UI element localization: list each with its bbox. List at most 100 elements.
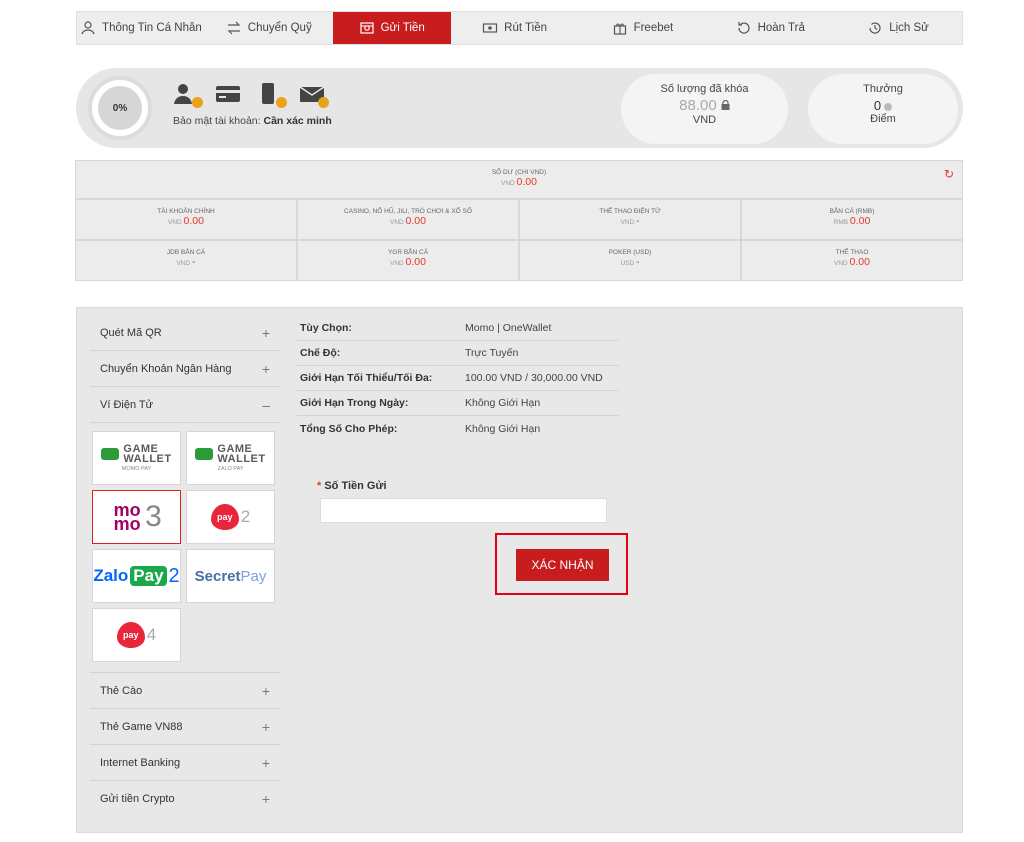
history-icon [869, 22, 881, 34]
balance-cell: TÀI KHOẢN CHÍNH VND 0.00 [75, 199, 297, 240]
payment-method-sidebar: Quét Mã QR + Chuyển Khoản Ngân Hàng + Ví Đ… [90, 315, 280, 817]
tab-label: Rút Tiền [504, 22, 547, 34]
detail-value: Không Giới Hạn [465, 422, 541, 435]
sidebar-item-scratch-card[interactable]: Thẻ Cào + [90, 673, 280, 709]
balance-cell-label: JDB BẮN CÁ [166, 249, 206, 256]
sidebar-item-qr[interactable]: Quét Mã QR + [90, 315, 280, 351]
transfer-icon [227, 21, 241, 35]
detail-value: Momo | OneWallet [465, 322, 552, 334]
deposit-details: Tùy Chọn: Momo | OneWallet Chế Độ: Trực Tu… [297, 316, 619, 441]
expand-icon: + [261, 360, 270, 377]
locked-amount: 88.00 [679, 97, 717, 114]
balance-unit: VND [620, 219, 635, 226]
gift-icon [613, 23, 626, 35]
wallet-option-viettel-pay-4[interactable]: pay 4 [92, 608, 181, 662]
wallet-option-secret-pay[interactable]: SecretPay [186, 549, 275, 603]
sidebar-item-label: Gửi tiền Crypto [100, 793, 175, 805]
sidebar-item-bank-transfer[interactable]: Chuyển Khoản Ngân Hàng + [90, 351, 280, 387]
balance-unit: VND [501, 180, 515, 187]
balance-cell: THỂ THAO ĐIỆN TỬ VND - [519, 199, 741, 240]
wallet-option-momo-pay[interactable]: GAME WALLET MOMO PAY [92, 431, 181, 485]
security-shield: 0% [88, 76, 152, 140]
balance-cell-label: CASINO, NỔ HŨ, JILI, TRÒ CHƠI & XỔ SỐ [344, 208, 472, 215]
total-balance: SỐ DƯ (CHI VND) VND 0.00 ↻ [75, 160, 963, 199]
sidebar-item-label: Quét Mã QR [100, 326, 162, 339]
sidebar-item-label: Ví Điện Tử [100, 398, 154, 411]
balance-value: 0.00 [183, 215, 204, 227]
deposit-panel: Quét Mã QR + Chuyển Khoản Ngân Hàng + Ví Đ… [76, 307, 963, 833]
detail-row: Giới Hạn Trong Ngày: Không Giới Hạn [297, 391, 619, 416]
detail-key: Giới Hạn Tối Thiểu/Tối Đa: [300, 372, 433, 384]
tab-label: Chuyển Quỹ [247, 22, 312, 34]
locked-amount-box: Số lượng đã khóa 88.00 VND [621, 74, 788, 144]
detail-row: Tổng Số Cho Phép: Không Giới Hạn [297, 416, 619, 441]
logo-word: WALLET [123, 453, 172, 465]
expand-icon: + [261, 324, 270, 341]
user-icon [81, 21, 95, 35]
detail-key: Tùy Chọn: [300, 322, 352, 334]
wallet-option-viettel-pay-2[interactable]: pay 2 [186, 490, 275, 544]
confirm-button[interactable]: XÁC NHẬN [516, 549, 609, 581]
tab-label: Lịch Sử [889, 22, 929, 34]
wallet-number: 4 [146, 625, 157, 644]
logo-word: Pay [130, 566, 167, 586]
sidebar-item-crypto[interactable]: Gửi tiền Crypto + [90, 781, 280, 817]
tab-transfer[interactable]: Chuyển Quỹ [205, 12, 333, 44]
wallet-number: 3 [145, 500, 162, 533]
balance-value: 0.00 [516, 176, 537, 188]
tab-freebet[interactable]: Freebet [578, 12, 706, 44]
expand-icon: + [261, 682, 270, 699]
balance-value: 0.00 [849, 215, 871, 227]
tab-personal-info[interactable]: Thông Tin Cá Nhân [77, 12, 205, 44]
logo-word: Zalo [93, 566, 129, 585]
logo-word: Secret [194, 567, 241, 585]
balance-value: 0.00 [405, 215, 426, 227]
lock-icon [721, 99, 730, 110]
logo-word: WALLET [217, 453, 266, 465]
security-icons [173, 82, 329, 108]
tab-refund[interactable]: Hoàn Trả [706, 12, 834, 44]
balance-unit: USD [620, 260, 635, 267]
viettelpay-logo: pay [116, 622, 145, 648]
logo-word: Pay [240, 567, 267, 585]
balance-unit: VND [390, 219, 404, 226]
balance-unit: RMB [833, 219, 849, 226]
tab-deposit[interactable]: Gửi Tiền [332, 12, 451, 44]
momo-logo: mo mo [113, 500, 141, 534]
balance-cell-label: THỂ THAO ĐIỆN TỬ [599, 208, 661, 215]
sidebar-item-e-wallet[interactable]: Ví Điện Tử – [90, 387, 280, 423]
reward-amount: 0 [873, 98, 882, 113]
sidebar-item-label: Thẻ Game VN88 [100, 720, 183, 733]
balance-grid: SỐ DƯ (CHI VND) VND 0.00 ↻ TÀI KHOẢN CHÍ… [75, 160, 963, 281]
security-status: Cần xác minh [263, 115, 332, 127]
email-verify-icon[interactable] [299, 82, 329, 108]
wallet-sub-label: ZALO PAY [217, 466, 244, 472]
refresh-icon[interactable]: ↻ [944, 167, 954, 181]
balance-cell: JDB BẮN CÁ VND - [75, 240, 297, 281]
sidebar-item-internet-banking[interactable]: Internet Banking + [90, 745, 280, 781]
tab-history[interactable]: Lịch Sử [834, 12, 962, 44]
wallet-option-momo-3[interactable]: mo mo 3 [92, 490, 181, 544]
balance-cell: CASINO, NỔ HŨ, JILI, TRÒ CHƠI & XỔ SỐ VND… [297, 199, 519, 240]
reward-title: Thưởng [863, 83, 903, 95]
sidebar-item-game-card[interactable]: Thẻ Game VN88 + [90, 709, 280, 745]
detail-value: Trực Tuyến [465, 347, 519, 359]
security-percent: 0% [98, 86, 142, 130]
refund-icon [737, 22, 750, 34]
balance-value: - [636, 256, 640, 268]
detail-value: 100.00 VND / 30,000.00 VND [465, 372, 603, 384]
wallet-option-zalo-pay-2[interactable]: Zalo Pay 2 [92, 549, 181, 603]
balance-row: TÀI KHOẢN CHÍNH VND 0.00 CASINO, NỔ HŨ, J… [75, 199, 963, 240]
user-verify-icon[interactable] [173, 82, 203, 108]
tab-label: Thông Tin Cá Nhân [102, 22, 202, 34]
deposit-amount-input[interactable] [320, 498, 607, 523]
detail-key: Tổng Số Cho Phép: [300, 422, 398, 435]
phone-verify-icon[interactable] [257, 82, 287, 108]
info-icon[interactable] [884, 102, 893, 111]
detail-key: Chế Độ: [300, 347, 341, 359]
wallet-option-zalo-pay[interactable]: GAME WALLET ZALO PAY [186, 431, 275, 485]
tab-withdraw[interactable]: Rút Tiền [451, 12, 579, 44]
balance-unit: VND [168, 219, 182, 226]
card-verify-icon[interactable] [215, 82, 243, 106]
expand-icon: + [261, 791, 270, 807]
